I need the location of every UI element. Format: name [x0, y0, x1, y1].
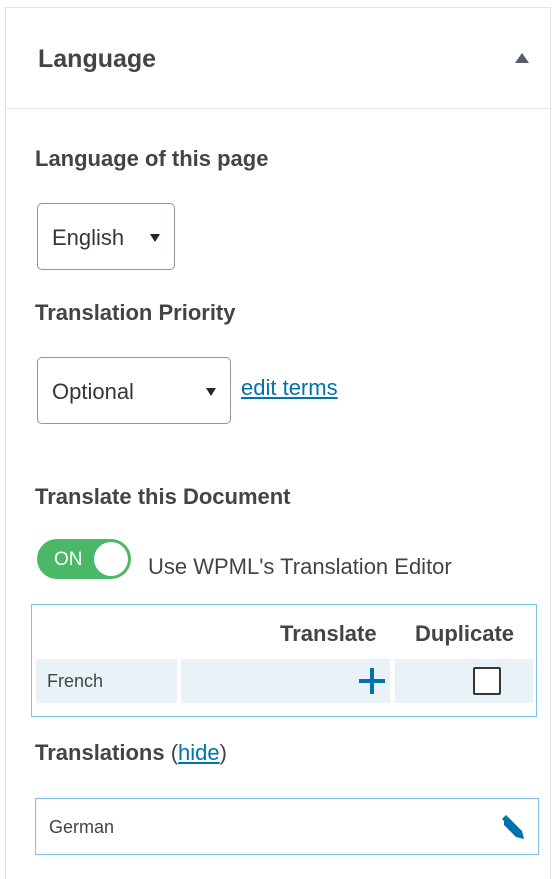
add-translation-plus-icon[interactable]: [359, 668, 385, 694]
translation-editor-toggle[interactable]: ON: [37, 539, 131, 579]
hide-translations-link[interactable]: hide: [178, 740, 220, 765]
edit-terms-link[interactable]: edit terms: [241, 375, 338, 401]
translations-label-text: Translations: [35, 740, 165, 765]
priority-select[interactable]: Optional: [37, 357, 231, 424]
close-paren: ): [219, 740, 227, 765]
duplicate-column-header: Duplicate: [415, 621, 515, 646]
dropdown-arrow-icon: [206, 388, 216, 396]
translation-item-label: German: [49, 817, 115, 837]
language-select[interactable]: English: [37, 203, 175, 270]
translations-label: Translations (hide): [35, 740, 227, 766]
table-row-duplicate-cell: [395, 659, 533, 703]
panel-title: Language: [38, 45, 157, 73]
language-select-value: English: [52, 225, 125, 250]
translation-item-german[interactable]: German: [35, 798, 539, 855]
translation-priority-label: Translation Priority: [35, 300, 236, 325]
toggle-state-text: ON: [54, 549, 83, 570]
edit-pencil-icon[interactable]: [500, 815, 526, 841]
panel-header[interactable]: Language: [6, 8, 550, 109]
language-of-page-label: Language of this page: [35, 146, 269, 171]
open-paren: (: [170, 740, 179, 765]
toggle-knob: [94, 542, 128, 576]
table-row-language: French: [47, 671, 104, 691]
dropdown-arrow-icon: [150, 234, 160, 242]
priority-select-value: Optional: [52, 379, 134, 404]
duplicate-checkbox[interactable]: [473, 667, 501, 695]
translate-column-header: Translate: [280, 621, 377, 646]
collapse-caret-icon[interactable]: [515, 53, 529, 63]
translate-document-label: Translate this Document: [35, 484, 291, 509]
translation-table: Translate Duplicate French: [31, 604, 537, 717]
toggle-label: Use WPML's Translation Editor: [148, 554, 452, 579]
